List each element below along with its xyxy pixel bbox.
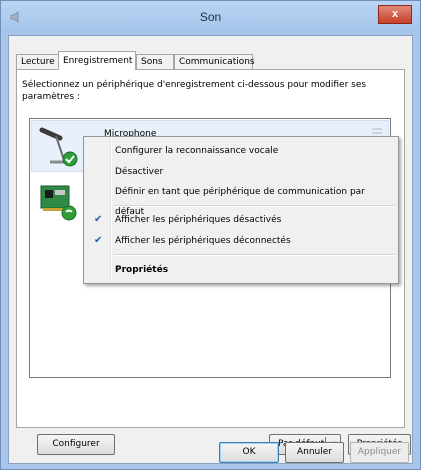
menu-item-label: Afficher les périphériques désactivés [115,215,282,225]
configure-button[interactable]: Configurer [37,434,115,455]
menu-item-show-disabled[interactable]: ✔ Afficher les périphériques désactivés [87,210,395,230]
close-button[interactable]: x [378,5,412,24]
menu-item-set-default-communication[interactable]: Définir en tant que périphérique de comm… [87,182,395,217]
menu-item-label: Afficher les périphériques déconnectés [115,236,291,246]
tab-sons[interactable]: Sons [136,54,174,70]
menu-item-label: Désactiver [115,167,164,177]
menu-item-label: Configurer la reconnaissance vocale [115,146,279,156]
menu-separator [114,254,395,256]
menu-item-label: Propriétés [115,265,169,275]
menu-item-properties[interactable]: Propriétés [87,260,395,280]
window-title: Son [199,10,222,24]
menu-item-configure-speech[interactable]: Configurer la reconnaissance vocale [87,141,395,161]
tab-enregistrement[interactable]: Enregistrement [58,51,136,70]
default-check-badge-icon [62,151,78,167]
checkmark-icon: ✔ [94,235,103,246]
menu-separator [114,205,395,207]
cancel-button[interactable]: Annuler [285,442,344,463]
communication-phone-badge-icon [61,205,77,221]
instructions-text: Sélectionnez un périphérique d'enregistr… [22,80,367,102]
device-context-menu: Configurer la reconnaissance vocale Désa… [83,136,399,284]
checkmark-icon: ✔ [94,214,103,225]
apply-button[interactable]: Appliquer [350,442,409,463]
menu-item-disable[interactable]: Désactiver [87,162,395,182]
tab-communications[interactable]: Communications [174,54,255,70]
menu-item-show-disconnected[interactable]: ✔ Afficher les périphériques déconnectés [87,231,395,251]
ok-button[interactable]: OK [219,442,279,463]
title-bar[interactable]: Son x [1,1,420,35]
tab-lecture[interactable]: Lecture [16,54,59,70]
